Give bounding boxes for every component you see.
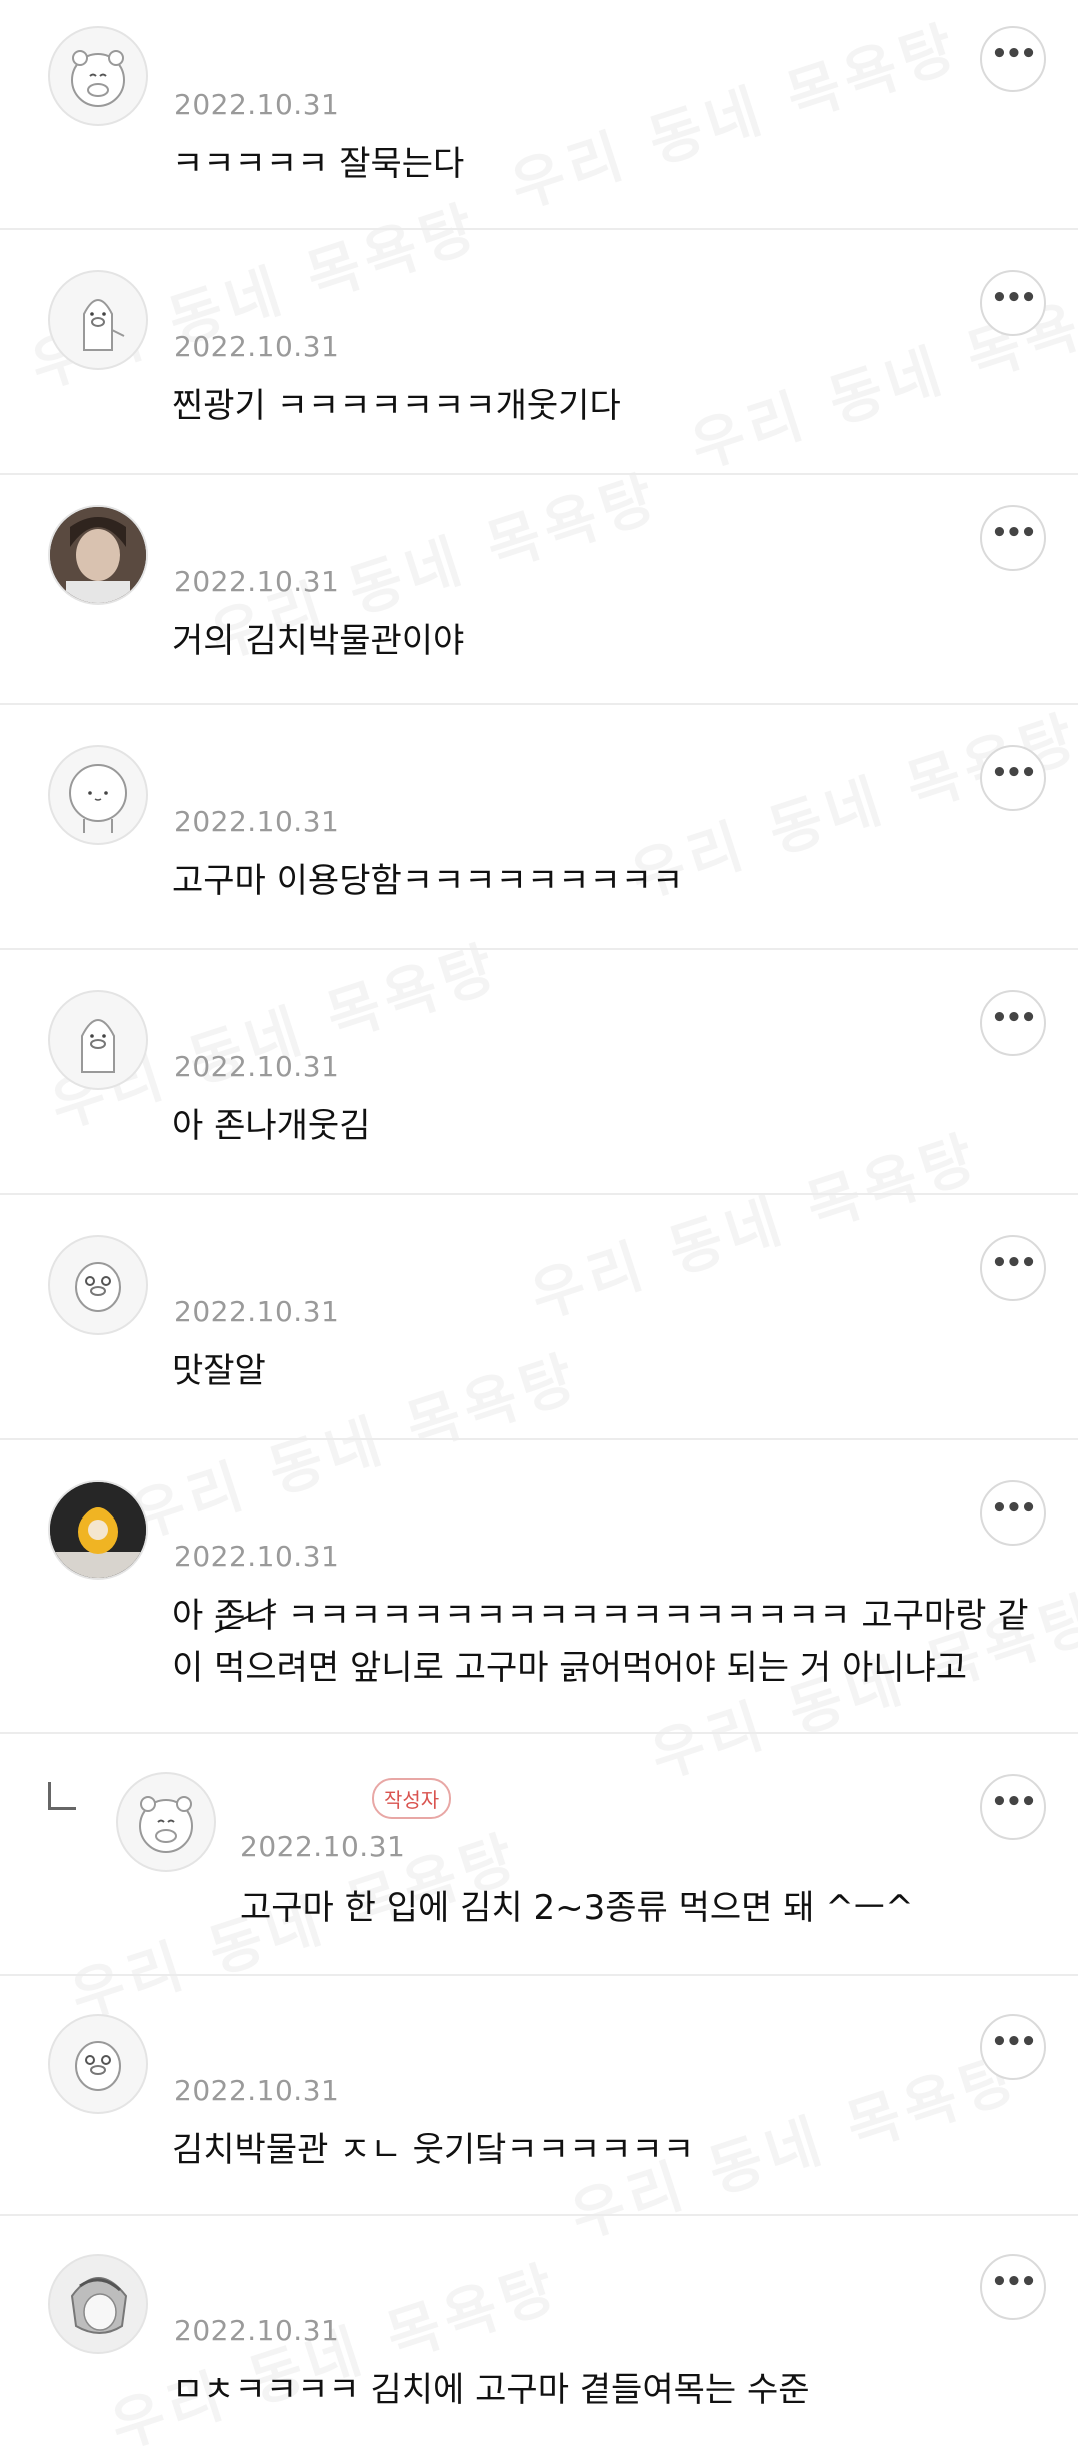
comment-text-prefix: 아: [172, 1596, 215, 1636]
comment-date: 2022.10.31: [174, 2074, 340, 2107]
comment-date: 2022.10.31: [174, 1295, 340, 1328]
comment-date: 2022.10.31: [174, 1540, 340, 1573]
more-options-button[interactable]: •••: [980, 1480, 1046, 1546]
comment-text: 고구마 한 입에 김치 2~3종류 먹으면 돼 ^ㅡ^: [240, 1888, 914, 1928]
more-dots-icon: •••: [991, 283, 1037, 313]
more-dots-icon: •••: [991, 2267, 1037, 2297]
bear-character-icon: [139, 1796, 193, 1853]
comment-text: 아 존나 ㅋㅋㅋㅋㅋㅋㅋㅋㅋㅋㅋㅋㅋㅋㅋㅋㅋㅋ 고구마랑 같: [172, 1590, 1029, 1642]
comment-text: 맛잘알: [172, 1351, 266, 1391]
comment-text-line: 이 먹으려면 앞니로 고구마 긁어먹어야 되는 거 아니냐고: [172, 1648, 968, 1688]
comment-text: 아 존나개웃김: [172, 1106, 371, 1146]
avatar[interactable]: [48, 2254, 148, 2354]
comment-date: 2022.10.31: [174, 805, 340, 838]
reply-indicator-icon: [48, 1782, 76, 1810]
round-character-icon: [69, 764, 127, 833]
more-dots-icon: •••: [991, 2027, 1037, 2057]
comment-item: 2022.10.31 아 존나 ㅋㅋㅋㅋㅋㅋㅋㅋㅋㅋㅋㅋㅋㅋㅋㅋㅋㅋ 고구마랑 …: [0, 1440, 1078, 1734]
more-dots-icon: •••: [991, 758, 1037, 788]
more-dots-icon: •••: [991, 39, 1037, 69]
more-options-button[interactable]: •••: [980, 26, 1046, 92]
comment-item: 2022.10.31 맛잘알 •••: [0, 1195, 1078, 1440]
comment-date: 2022.10.31: [174, 88, 340, 121]
bear-character-icon: [71, 50, 125, 107]
more-dots-icon: •••: [991, 518, 1037, 548]
comment-text: 거의 김치박물관이야: [172, 621, 465, 661]
comment-date: 2022.10.31: [174, 1050, 340, 1083]
comment-item: 2022.10.31 찐광기 ㅋㅋㅋㅋㅋㅋㅋ개웃기다 •••: [0, 230, 1078, 475]
reply-item: 작성자 2022.10.31 고구마 한 입에 김치 2~3종류 먹으면 돼 ^…: [0, 1734, 1078, 1976]
comment-text-line: ㅋㅋㅋㅋㅋㅋㅋㅋㅋㅋㅋㅋㅋㅋㅋㅋㅋㅋ 고구마랑 같: [287, 1596, 1029, 1636]
avatar[interactable]: [48, 1235, 148, 1335]
more-options-button[interactable]: •••: [980, 990, 1046, 1056]
more-options-button[interactable]: •••: [980, 1235, 1046, 1301]
comment-text: ㅁㅊㅋㅋㅋㅋ 김치에 고구마 곁들여목는 수준: [172, 2370, 810, 2410]
more-options-button[interactable]: •••: [980, 270, 1046, 336]
struck-word: 존나: [214, 1590, 277, 1642]
author-badge: 작성자: [372, 1778, 452, 1819]
more-options-button[interactable]: •••: [980, 1774, 1046, 1840]
comment-date: 2022.10.31: [240, 1830, 406, 1863]
avatar[interactable]: [48, 1480, 148, 1580]
avatar[interactable]: [48, 270, 148, 370]
comment-list: 2022.10.31 ㅋㅋㅋㅋㅋ 잘묵는다 ••• 2022.10.31 찐광기…: [0, 0, 1078, 2450]
more-options-button[interactable]: •••: [980, 2014, 1046, 2080]
comment-item: 2022.10.31 김치박물관 ㅈㄴ 웃기닼ㅋㅋㅋㅋㅋㅋ •••: [0, 1976, 1078, 2216]
more-options-button[interactable]: •••: [980, 745, 1046, 811]
drawn-portrait-icon: [50, 2256, 146, 2352]
avatar[interactable]: [116, 1772, 216, 1872]
profile-photo-icon: [50, 507, 146, 603]
duck-character-icon: [75, 2041, 121, 2091]
comment-date: 2022.10.31: [174, 2314, 340, 2347]
more-dots-icon: •••: [991, 1787, 1037, 1817]
avatar[interactable]: [48, 2014, 148, 2114]
comment-text: 김치박물관 ㅈㄴ 웃기닼ㅋㅋㅋㅋㅋㅋ: [172, 2130, 695, 2170]
avatar[interactable]: [48, 505, 148, 605]
pig-character-icon: [83, 299, 125, 351]
comment-date: 2022.10.31: [174, 330, 340, 363]
more-options-button[interactable]: •••: [980, 505, 1046, 571]
duck-character-icon: [75, 1262, 121, 1312]
avatar[interactable]: [48, 26, 148, 126]
comment-item: 2022.10.31 ㅋㅋㅋㅋㅋ 잘묵는다 •••: [0, 0, 1078, 230]
more-dots-icon: •••: [991, 1493, 1037, 1523]
avatar[interactable]: [48, 745, 148, 845]
comment-text: 고구마 이용당함ㅋㅋㅋㅋㅋㅋㅋㅋㅋ: [172, 861, 684, 901]
comment-item: 2022.10.31 아 존나개웃김 •••: [0, 950, 1078, 1195]
profile-photo-icon: [50, 1482, 146, 1578]
comment-date: 2022.10.31: [174, 565, 340, 598]
more-options-button[interactable]: •••: [980, 2254, 1046, 2320]
pig-character-icon: [81, 1019, 115, 1073]
comment-item: 2022.10.31 거의 김치박물관이야 •••: [0, 475, 1078, 705]
comment-text: ㅋㅋㅋㅋㅋ 잘묵는다: [172, 144, 465, 184]
avatar[interactable]: [48, 990, 148, 1090]
comment-item: 2022.10.31 고구마 이용당함ㅋㅋㅋㅋㅋㅋㅋㅋㅋ •••: [0, 705, 1078, 950]
more-dots-icon: •••: [991, 1003, 1037, 1033]
more-dots-icon: •••: [991, 1248, 1037, 1278]
comment-text: 찐광기 ㅋㅋㅋㅋㅋㅋㅋ개웃기다: [172, 386, 621, 426]
comment-item: 2022.10.31 ㅁㅊㅋㅋㅋㅋ 김치에 고구마 곁들여목는 수준 •••: [0, 2216, 1078, 2450]
